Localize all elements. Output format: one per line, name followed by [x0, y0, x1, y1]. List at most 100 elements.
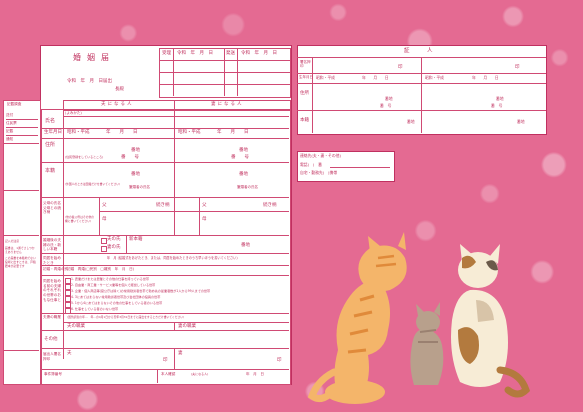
contact-home: 自宅・勤務先( )携帯	[300, 170, 338, 175]
witness-title: 証 人	[404, 48, 439, 54]
receipt-date-2: 令和 年 月 日	[241, 51, 277, 56]
parents-note: (他の養父母はその他の欄に書いてください)	[65, 215, 95, 223]
witness-1-address-gou: 番 号	[380, 103, 392, 108]
wife-mother-label: 母	[202, 217, 207, 222]
id-check-note: (夫になる人)	[191, 372, 209, 376]
cohabit-label: 同居を始めたとき	[43, 256, 61, 265]
main-grid	[41, 109, 291, 385]
margin-items-list: 送付 住民票 記載 通知	[6, 112, 38, 144]
household-options-list: 1. 農業だけまたは農業とその他の仕事を持っている世帯 2. 自由業・商工業・サー…	[65, 277, 285, 314]
checklist-item: 記入の注意	[5, 239, 19, 243]
cohabit-date-text: 年 月 (結婚式をあげたとき、または、同居を始めたときのうち早いほうを書いてくだ…	[107, 256, 238, 260]
wife-tsuzuki-label: 続き柄	[263, 203, 277, 208]
marriage-form-sheet: 婚姻届 受理 発送 令和 年 月 日 令和 年 月 日 令和 年 月 日届出 長…	[40, 45, 292, 385]
husband-hittousha-label: 筆頭者の氏名	[129, 185, 150, 189]
name-label: 氏名	[45, 118, 56, 124]
household-option-label: 2. 自由業・商工業・サービス業等を個人で経営している世帯	[71, 283, 156, 287]
household-label: 同居を始める前の夫婦のそれぞれの世帯のおもな仕事と	[43, 279, 61, 302]
witness-1-honseki-banchi: 番地	[407, 119, 415, 124]
wife-seal-label: 印	[277, 358, 282, 363]
furigana-label: (よみかた)	[65, 111, 82, 115]
contact-title: 連絡先(夫・妻・その他)	[300, 153, 341, 158]
checklist-notes: 記入の注意届書は、1通でさしつかえありません この届書を本籍地でない役場に出すとき…	[5, 239, 37, 272]
marriage-count-label: 初婚・再婚の別	[43, 267, 69, 271]
form-title: 婚姻届	[73, 53, 115, 62]
marriage-count-options: 初婚 再婚(□死別 □離別 年 月 日)	[67, 267, 135, 271]
parents-label: 父母の氏名 父母との続き柄	[43, 201, 61, 215]
occupation-label: 夫妻の職業	[43, 315, 61, 319]
signature-label: 届出人署名押印	[43, 352, 61, 361]
husband-seal-label: 印	[163, 358, 168, 363]
address-note: (住民登録をしているところ)	[65, 155, 104, 159]
birthdate-label: 生年月日	[44, 130, 62, 135]
margin-item: 記載	[6, 128, 38, 136]
new-honseki-banchi: 番地	[241, 243, 250, 248]
stamp-title: 記載調査	[7, 102, 22, 106]
husband-mother-label: 母	[102, 217, 107, 222]
wife-address-ban: 番 号	[231, 155, 249, 160]
household-option-label: 6. 仕事をしている者のいない世帯	[71, 307, 119, 311]
new-honseki-label: 新本籍	[129, 237, 143, 242]
witness-1-birth-ymd: 年 月 日	[362, 75, 389, 80]
household-option-label: 5. 1から4にあてはまらないその他の仕事をしている者のいる世帯	[71, 301, 163, 305]
new-surname-label: 婚姻後の夫婦の氏・新しい本籍	[43, 238, 61, 252]
wife-column-header: 妻になる人	[211, 102, 244, 107]
husband-address-banchi: 番地	[131, 148, 140, 153]
surname-wife-label: 妻の氏	[107, 245, 121, 250]
filing-date-line: 令和 年 月 日届出	[67, 79, 112, 84]
witness-1-seal: 印	[398, 65, 403, 70]
margin-item: 住民票	[6, 120, 38, 128]
witness-2-birth-era: 昭和・平成	[425, 75, 444, 80]
household-option-label: 1. 農業だけまたは農業とその他の仕事を持っている世帯	[71, 277, 149, 281]
wife-address-banchi: 番地	[239, 148, 248, 153]
address-label: 住所	[45, 142, 56, 148]
witness-2-address-banchi: 番地	[496, 96, 504, 101]
checklist-item: 届書は、1通でさしつかえありません	[5, 245, 35, 254]
receipt-hassou-label: 発送	[226, 51, 235, 56]
case-number-label: 事件簿番号	[44, 372, 62, 376]
husband-honseki-banchi: 番地	[131, 172, 140, 177]
other-label: その他	[44, 337, 58, 342]
husband-signature-label: 夫	[67, 351, 72, 356]
id-check-label: 本人確認	[161, 372, 176, 376]
witness-sheet	[297, 45, 547, 135]
honseki-note: (外国人のときは国籍だけを書いてください)	[65, 182, 121, 186]
husband-tsuzuki-label: 続き柄	[156, 203, 170, 208]
occupation-note: (国勢調査の年… 年…の4月1日から翌年3月31日までに届出をするときだけ書いて…	[67, 315, 185, 319]
wife-hittousha-label: 筆頭者の氏名	[237, 185, 258, 189]
household-option-label: 4. 3にあてはまらない常用勤労者世帯及び会社団体の役員の世帯	[71, 295, 161, 299]
witness-2-seal: 印	[515, 65, 520, 70]
wife-birth-ymd: 年 月 日	[217, 130, 249, 135]
receipt-date-1: 令和 年 月 日	[177, 51, 213, 56]
honseki-label: 本籍	[45, 168, 56, 174]
wife-signature-label: 妻	[178, 351, 183, 356]
witness-2-birth-ymd: 年 月 日	[472, 75, 499, 80]
witness-1-address-banchi: 番地	[385, 96, 393, 101]
husband-address-ban: 番 号	[121, 155, 139, 160]
calico-cat	[451, 244, 531, 398]
husband-father-label: 父	[102, 203, 107, 208]
witness-signature-label: 署名押印	[300, 60, 311, 69]
grey-kitten	[410, 302, 444, 385]
receipt-juri-label: 受理	[162, 51, 171, 56]
husband-job-label: 夫の職業	[67, 324, 85, 329]
witness-honseki-label: 本籍	[300, 118, 309, 123]
husband-birth-era: 昭和・平成	[67, 130, 90, 135]
husband-birth-ymd: 年 月 日	[106, 130, 138, 135]
wife-honseki-banchi: 番地	[239, 172, 248, 177]
orange-tabby-cat	[307, 232, 407, 404]
id-check-date: 年 月 日	[246, 372, 264, 376]
witness-1-birth-era: 昭和・平成	[316, 75, 335, 80]
checklist-item: この届書を本籍地でない役場に出すときは、戸籍謄本が必要です	[5, 256, 36, 268]
surname-husband-label: 夫の氏	[107, 237, 121, 242]
witness-birthdate-label: 生年月日	[299, 75, 313, 79]
household-option-label: 3. 企業・個人商店等(官公庁は除く)の常用勤労者世帯で勤め先の従業者数が1人か…	[71, 289, 211, 293]
margin-item: 送付	[6, 112, 38, 120]
husband-column-header: 夫になる人	[101, 102, 134, 107]
witness-address-label: 住所	[300, 91, 309, 96]
filing-addressee: 長殿	[115, 87, 124, 92]
witness-2-honseki-banchi: 番地	[517, 119, 525, 124]
witness-2-address-gou: 番 号	[491, 103, 503, 108]
wife-father-label: 父	[202, 203, 207, 208]
wife-job-label: 妻の職業	[178, 324, 196, 329]
